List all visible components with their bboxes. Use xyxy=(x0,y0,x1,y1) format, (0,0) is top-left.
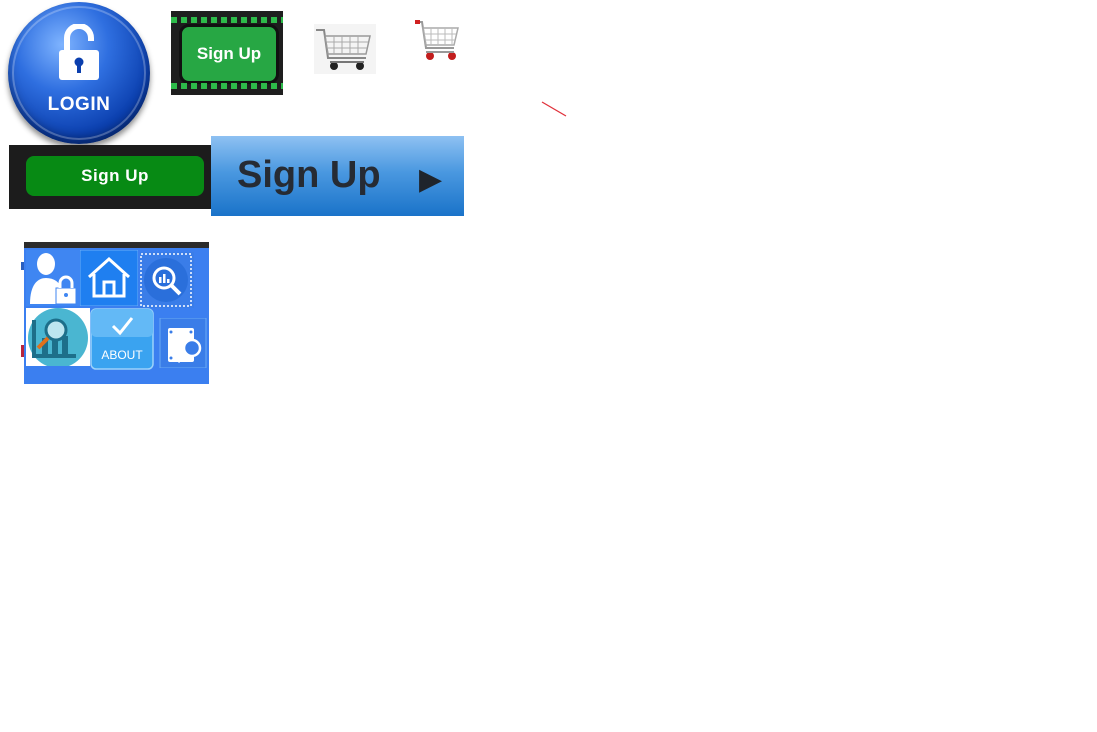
document-search-icon[interactable] xyxy=(158,318,208,368)
home-icon[interactable] xyxy=(80,250,138,306)
signup-button-green[interactable]: Sign Up xyxy=(9,145,212,209)
search-chart-icon[interactable] xyxy=(140,252,194,308)
icon-grid: ABOUT xyxy=(24,242,209,384)
play-arrow-icon: ▶ xyxy=(419,163,443,196)
about-label: ABOUT xyxy=(101,348,143,362)
signup-label-blue: Sign Up xyxy=(237,154,381,196)
shopping-cart-red-icon[interactable] xyxy=(414,18,460,64)
lock-icon xyxy=(59,24,99,80)
login-button[interactable]: LOGIN xyxy=(8,2,150,144)
dashed-border-top xyxy=(171,17,283,23)
signup-label-green: Sign Up xyxy=(26,156,204,196)
login-label: LOGIN xyxy=(47,94,111,115)
analytics-search-icon[interactable] xyxy=(26,308,90,366)
signup-button-blue[interactable]: Sign Up ▶ xyxy=(211,136,464,216)
red-line-mark xyxy=(541,101,567,117)
signup-label-small: Sign Up xyxy=(179,24,279,84)
about-check-icon[interactable]: ABOUT xyxy=(90,308,154,370)
signup-button-small[interactable]: Sign Up xyxy=(171,11,283,95)
shopping-cart-icon[interactable] xyxy=(314,24,376,74)
user-lock-icon[interactable] xyxy=(26,250,80,306)
icon-grid-topbar xyxy=(24,242,209,248)
dashed-border-bottom xyxy=(171,83,283,89)
